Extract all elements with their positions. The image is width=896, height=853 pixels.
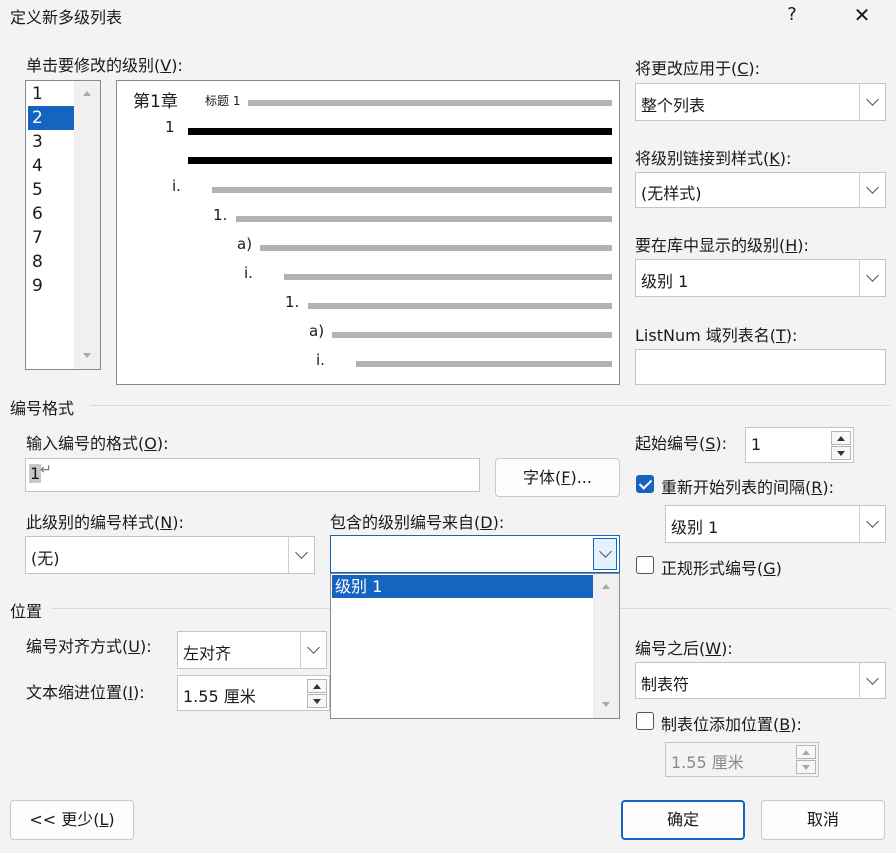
number-format-label: 输入编号的格式(O):: [26, 434, 169, 453]
window-title: 定义新多级列表: [10, 8, 123, 27]
preview-bar: [188, 157, 612, 164]
preview-level-label: a): [309, 322, 325, 340]
chevron-down-icon[interactable]: [300, 632, 326, 668]
scroll-up-icon[interactable]: [83, 91, 91, 96]
level-list-item[interactable]: 9: [28, 274, 74, 298]
spin-down-button[interactable]: [307, 694, 327, 708]
scroll-down-icon[interactable]: [602, 702, 610, 707]
level-list-item[interactable]: 6: [28, 202, 74, 226]
chevron-down-icon[interactable]: [593, 538, 617, 570]
apply-to-label: 将更改应用于(C):: [635, 59, 761, 78]
spin-down-button[interactable]: [831, 446, 851, 460]
legal-style-label: 正规形式编号(G): [661, 559, 782, 578]
alignment-label: 编号对齐方式(U):: [26, 637, 152, 656]
alignment-select[interactable]: 左对齐: [177, 631, 327, 669]
start-at-input[interactable]: 1: [745, 427, 854, 463]
gallery-level-select[interactable]: 级别 1: [635, 259, 886, 297]
close-button[interactable]: ✕: [840, 0, 884, 32]
paragraph-mark-icon: ↵: [40, 462, 52, 478]
chevron-down-icon[interactable]: [859, 506, 885, 542]
follow-number-select[interactable]: 制表符: [635, 662, 886, 699]
add-tab-stop-label: 制表位添加位置(B):: [661, 715, 802, 734]
spin-up-button[interactable]: [796, 745, 816, 759]
gallery-level-label: 要在库中显示的级别(H):: [635, 236, 809, 255]
less-button[interactable]: << 更少(L): [10, 800, 134, 840]
ok-button[interactable]: 确定: [621, 800, 745, 840]
spin-down-button[interactable]: [796, 760, 816, 774]
link-style-label: 将级别链接到样式(K):: [635, 149, 792, 168]
chevron-down-icon[interactable]: [859, 173, 885, 207]
preview-bar: [236, 216, 612, 222]
number-format-input[interactable]: 1 ↵: [25, 458, 480, 492]
legal-style-checkbox[interactable]: [636, 556, 654, 574]
dropdown-option[interactable]: 级别 1: [332, 575, 593, 598]
level-list-item[interactable]: 7: [28, 226, 74, 250]
preview-level-label: 1.: [285, 293, 300, 311]
preview-bar: [188, 128, 612, 135]
apply-to-select[interactable]: 整个列表: [635, 83, 886, 121]
preview-level-label: 1.: [213, 206, 228, 224]
number-format-section-title: 编号格式: [10, 399, 75, 418]
add-tab-stop-checkbox[interactable]: [636, 712, 654, 730]
spin-up-button[interactable]: [831, 431, 851, 445]
text-indent-input[interactable]: 1.55 厘米: [177, 675, 330, 711]
chevron-down-icon[interactable]: [288, 537, 314, 573]
cancel-button[interactable]: 取消: [761, 800, 885, 840]
restart-list-label: 重新开始列表的间隔(R):: [661, 478, 835, 497]
chevron-down-icon[interactable]: [859, 84, 885, 120]
level-list-item[interactable]: 3: [28, 130, 74, 154]
number-style-select[interactable]: (无): [25, 536, 315, 574]
preview-heading-number: 第1章: [133, 92, 178, 112]
restart-list-checkbox[interactable]: [636, 475, 654, 493]
level-list-item[interactable]: 4: [28, 154, 74, 178]
number-style-label: 此级别的编号样式(N):: [26, 513, 184, 532]
preview-bar: [356, 361, 612, 367]
preview-level-label: a): [237, 235, 253, 253]
include-level-dropdown[interactable]: 级别 1: [330, 573, 620, 719]
section-divider: [90, 405, 890, 406]
preview-bar: [284, 274, 612, 280]
preview-level-label: i.: [316, 351, 325, 369]
title-bar: [0, 0, 896, 32]
help-button[interactable]: ?: [770, 0, 814, 32]
preview-level-label: i.: [172, 177, 181, 195]
link-style-select[interactable]: (无样式): [635, 172, 886, 208]
chevron-down-icon[interactable]: [859, 663, 885, 698]
listnum-input[interactable]: [635, 349, 886, 385]
listnum-label: ListNum 域列表名(T):: [635, 326, 798, 345]
font-button[interactable]: 字体(F)...: [495, 458, 620, 497]
close-icon: ✕: [853, 3, 871, 27]
include-level-select[interactable]: [330, 535, 620, 573]
preview-level-label: 1: [165, 118, 175, 136]
level-list-item[interactable]: 1: [28, 82, 74, 106]
position-section-title: 位置: [10, 602, 43, 621]
preview-bar: [332, 332, 612, 338]
chevron-down-icon[interactable]: [859, 260, 885, 296]
preview-bar: [212, 187, 612, 193]
tab-stop-input[interactable]: 1.55 厘米: [665, 742, 819, 777]
follow-number-label: 编号之后(W):: [635, 639, 733, 658]
level-list-item[interactable]: 5: [28, 178, 74, 202]
preview-heading-style: 标题 1: [205, 94, 241, 108]
spin-up-button[interactable]: [307, 679, 327, 693]
preview-bar: [308, 303, 612, 309]
text-indent-label: 文本缩进位置(I):: [26, 683, 145, 702]
preview-level-label: i.: [244, 264, 253, 282]
level-list-label: 单击要修改的级别(V):: [26, 56, 183, 75]
level-list[interactable]: 123456789: [25, 80, 101, 370]
level-list-item[interactable]: 2: [28, 106, 74, 130]
dropdown-scrollbar[interactable]: [593, 574, 619, 718]
scroll-down-icon[interactable]: [83, 353, 91, 358]
restart-level-select[interactable]: 级别 1: [665, 505, 886, 543]
level-preview: 第1章 标题 1 1 i. 1. a) i. 1. a) i.: [116, 80, 620, 385]
level-list-scrollbar[interactable]: [74, 81, 100, 369]
include-level-label: 包含的级别编号来自(D):: [330, 513, 505, 532]
scroll-up-icon[interactable]: [602, 584, 610, 589]
start-at-label: 起始编号(S):: [635, 434, 728, 453]
level-list-item[interactable]: 8: [28, 250, 74, 274]
preview-bar: [260, 245, 612, 251]
preview-bar: [248, 100, 612, 106]
